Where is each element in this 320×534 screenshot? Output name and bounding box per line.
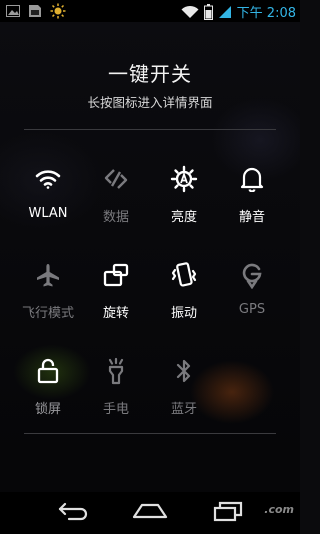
toggle-label: WLAN [28,206,68,221]
toggle-airplane-mode[interactable]: 飞行模式 [14,254,82,350]
sim-card-icon [28,4,42,18]
panel-subtitle: 长按图标进入详情界面 [87,95,213,110]
toggle-brightness[interactable]: 亮度 [150,158,218,254]
toggle-label: 振动 [170,306,197,321]
home-icon [132,502,168,524]
toggle-label: 飞行模式 [21,306,74,321]
back-button[interactable] [54,500,94,526]
data-sync-icon [101,164,131,194]
recents-icon [213,500,243,526]
battery-icon [203,3,213,20]
toggle-lock-screen[interactable]: 锁屏 [14,350,82,446]
panel-title: 一键开关 [108,62,192,86]
toggle-label: 静音 [238,210,265,225]
vibrate-icon [169,260,199,290]
wifi-icon [181,5,199,19]
toggle-label: GPS [238,302,266,317]
gps-icon [237,260,267,290]
rotate-icon [101,260,131,290]
toggle-label: 旋转 [102,306,129,321]
toggle-data[interactable]: 数据 [82,158,150,254]
status-time: 下午 2:08 [236,6,296,21]
status-bar: 下午 2:08 [0,0,300,22]
back-icon [57,501,91,525]
toggle-label: 锁屏 [34,402,61,417]
top-divider [24,129,276,130]
toggle-bluetooth[interactable]: 蓝牙 [150,350,218,446]
bluetooth-icon [169,356,199,386]
brightness-auto-icon [169,164,199,194]
toggle-label: 蓝牙 [170,402,197,417]
bottom-divider [24,433,276,434]
toggle-grid: WLAN 数据 亮度 静音 飞行模式 旋转 振动 GPS 锁屏 手电 蓝牙 [14,158,286,446]
flashlight-icon [101,356,131,386]
screen: 下午 2:08 一键开关 长按图标进入详情界面 WLAN 数据 亮度 静音 飞行… [0,0,300,534]
home-button[interactable] [130,500,170,526]
toggle-label: 数据 [102,210,129,225]
toggle-flashlight[interactable]: 手电 [82,350,150,446]
toggle-vibrate[interactable]: 振动 [150,254,218,350]
toggle-label: 手电 [102,402,129,417]
airplane-icon [33,260,63,290]
navigation-bar [0,492,300,534]
watermark: .com [264,503,294,516]
brightness-icon [50,3,66,19]
recents-button[interactable] [208,500,248,526]
toggle-gps[interactable]: GPS [218,254,286,350]
toggle-rotate[interactable]: 旋转 [82,254,150,350]
unlock-icon [33,356,63,386]
signal-icon [218,5,232,19]
toggle-wlan[interactable]: WLAN [14,158,82,254]
image-icon [6,5,20,17]
wifi-icon [33,164,63,194]
bell-icon [237,164,267,194]
toggle-label: 亮度 [170,210,197,225]
toggle-silent[interactable]: 静音 [218,158,286,254]
